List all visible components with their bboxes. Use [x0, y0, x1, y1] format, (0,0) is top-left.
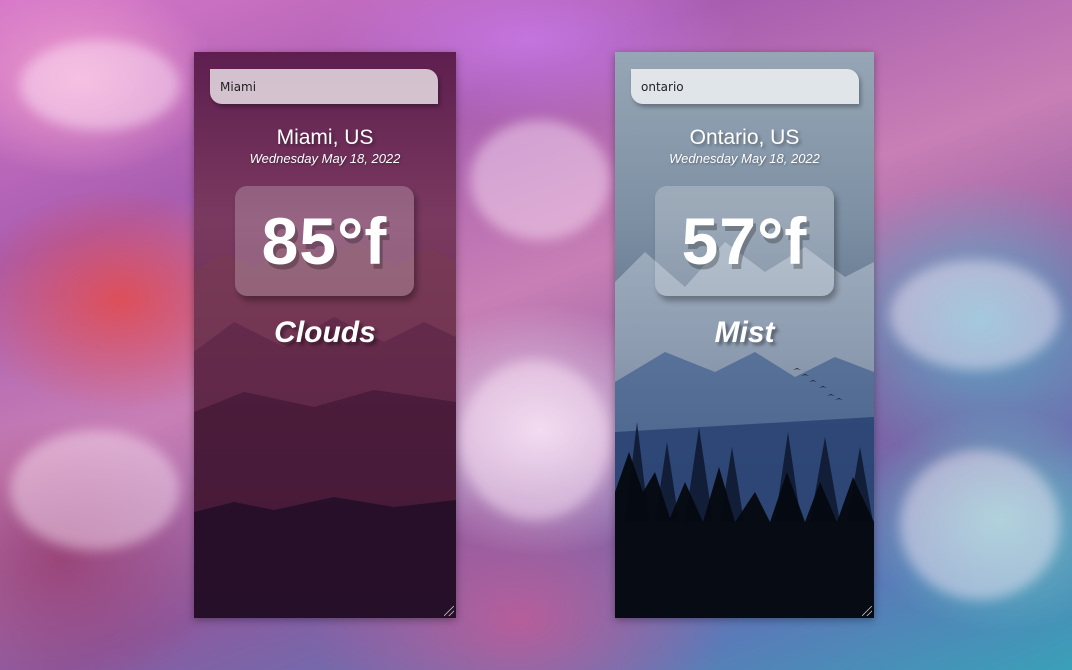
- resize-grip-icon[interactable]: [862, 606, 872, 616]
- weather-condition: Clouds: [274, 316, 376, 349]
- background-cloud: [890, 260, 1060, 370]
- temperature-box: 85°f: [235, 186, 414, 296]
- background-cloud: [470, 120, 610, 240]
- city-search-input[interactable]: [210, 69, 438, 104]
- weather-card-miami: Miami, US Wednesday May 18, 2022 85°f Cl…: [194, 52, 456, 618]
- background-cloud: [460, 360, 610, 520]
- weather-card-ontario: Ontario, US Wednesday May 18, 2022 57°f …: [615, 52, 874, 618]
- background-cloud: [10, 430, 180, 550]
- weather-condition: Mist: [714, 316, 775, 349]
- background-cloud: [900, 450, 1060, 600]
- temperature-box: 57°f: [655, 186, 834, 296]
- temperature-value: 85°f: [261, 204, 388, 278]
- resize-grip-icon[interactable]: [444, 606, 454, 616]
- location-name: Ontario, US: [689, 126, 800, 149]
- temperature-value: 57°f: [681, 204, 808, 278]
- city-search-input[interactable]: [631, 69, 859, 104]
- date-label: Wednesday May 18, 2022: [249, 151, 401, 166]
- background-cloud: [20, 40, 180, 130]
- location-name: Miami, US: [276, 126, 374, 149]
- date-label: Wednesday May 18, 2022: [669, 151, 820, 166]
